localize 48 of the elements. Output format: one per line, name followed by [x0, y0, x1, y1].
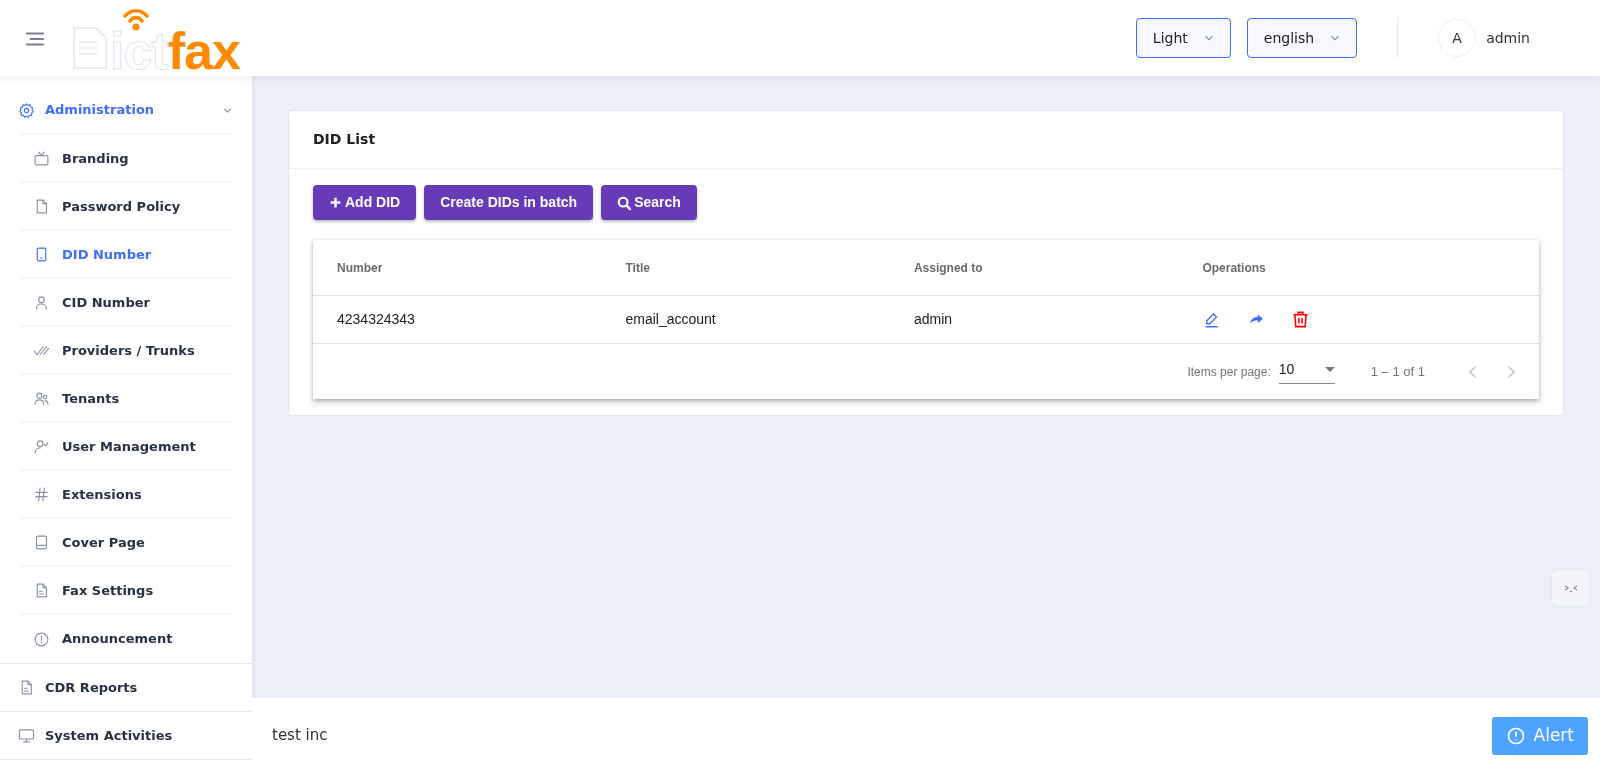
sidebar-item[interactable]: Announcement [20, 615, 232, 663]
hash-icon [33, 486, 50, 503]
sidebar-item[interactable]: User Management [20, 423, 232, 471]
sidebar-item[interactable]: Tenants [20, 375, 232, 423]
column-header: Assigned to [913, 259, 984, 277]
page-range: 1 – 1 of 1 [1370, 362, 1425, 381]
person-check-icon [33, 438, 50, 455]
table-cell-text: admin [913, 310, 954, 329]
dropdown[interactable]: Light [1135, 18, 1231, 58]
sidebar-item[interactable]: CDR Reports [0, 664, 252, 712]
wifi-icon [122, 6, 150, 31]
sidebar-item[interactable]: Providers / Trunks [20, 327, 232, 375]
column-header: Title [625, 259, 651, 277]
search-icon [617, 195, 632, 210]
book-icon [33, 534, 50, 551]
table-cell-text: email_account [625, 310, 717, 329]
dropdown[interactable]: english [1246, 18, 1358, 58]
trash-icon [1290, 310, 1310, 329]
action-button[interactable]: Search [601, 185, 697, 220]
people-icon [33, 390, 50, 407]
logo-text: fax [167, 32, 240, 70]
sidebar-item[interactable]: Branding [20, 135, 232, 183]
plus-icon [329, 196, 342, 209]
gear-icon [18, 101, 35, 119]
action-button[interactable]: Create DIDs in batch [424, 185, 594, 220]
alert-icon [1505, 725, 1526, 746]
column-header: Number [337, 259, 384, 277]
column-header: Operations [1202, 259, 1267, 277]
page-size-select[interactable]: 10 [1278, 359, 1335, 384]
person-icon [33, 294, 50, 311]
items-per-page-label: Items per page: [1187, 363, 1271, 381]
user-name[interactable]: admin [1486, 27, 1530, 49]
tv-icon [33, 150, 50, 167]
footer-text: test inc [272, 725, 328, 747]
sidebar-item[interactable]: DID Number [20, 231, 232, 279]
sidebar-item[interactable]: CID Number [20, 279, 232, 327]
card-title: DID List [289, 111, 1563, 169]
sidebar-item[interactable]: Password Policy [20, 183, 232, 231]
sidebar-item[interactable]: Fax Settings [20, 567, 232, 615]
action-button[interactable]: Add DID [313, 185, 417, 220]
table-cell-text: 4234324343 [337, 310, 416, 329]
alert-icon [33, 630, 50, 648]
dropdown-arrow-icon [1324, 367, 1335, 372]
delete-button[interactable] [1290, 309, 1311, 330]
monitor-icon [18, 727, 35, 744]
sidebar-item[interactable]: Administration [0, 86, 252, 134]
sidebar-item[interactable]: Cover Page [20, 519, 232, 567]
sidebar-item[interactable]: Extensions [20, 471, 232, 519]
